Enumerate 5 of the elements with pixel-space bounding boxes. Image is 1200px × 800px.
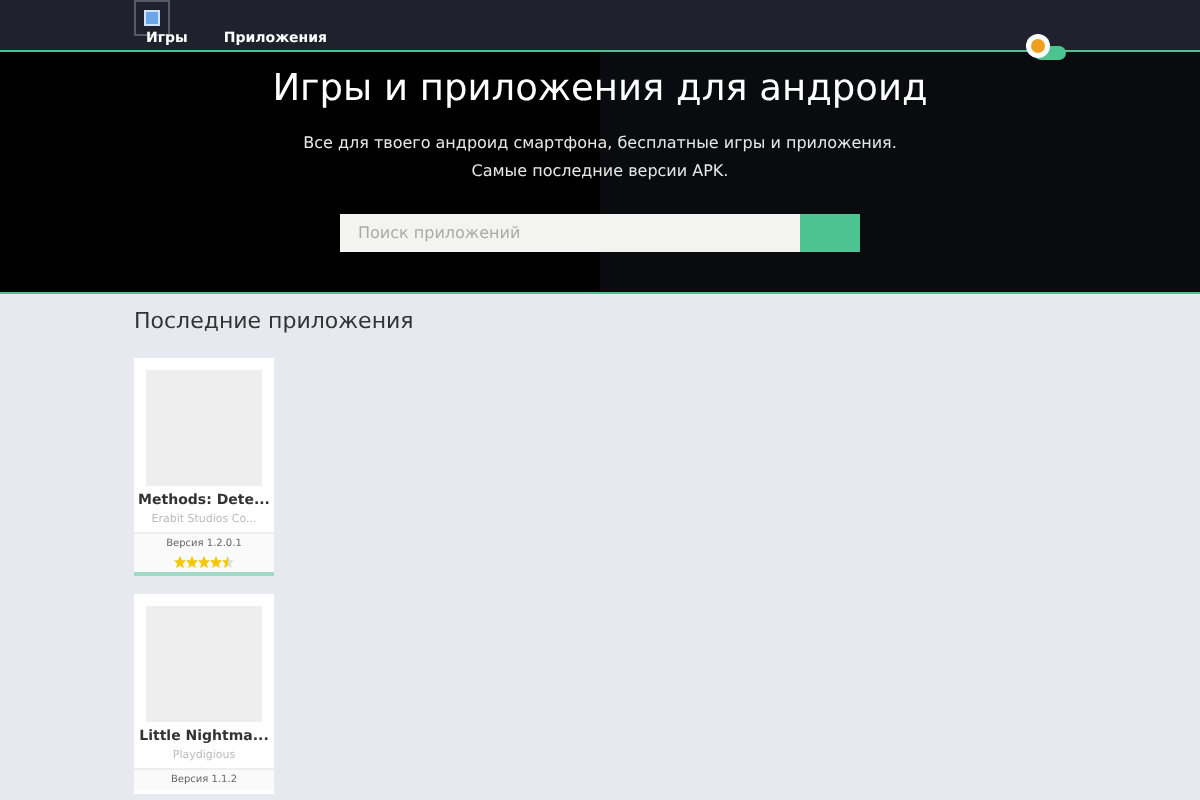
hero-subtitle: Все для твоего андроид смартфона, бесплатные игры и приложения. Самые последние версии APK. (301, 132, 899, 184)
hero-title: Игры и приложения для андроид (272, 68, 928, 110)
search-field[interactable]: Поиск приложений (340, 214, 800, 252)
theme-toggle-icon[interactable] (1026, 34, 1066, 62)
section-title: Последние приложения (134, 308, 416, 334)
